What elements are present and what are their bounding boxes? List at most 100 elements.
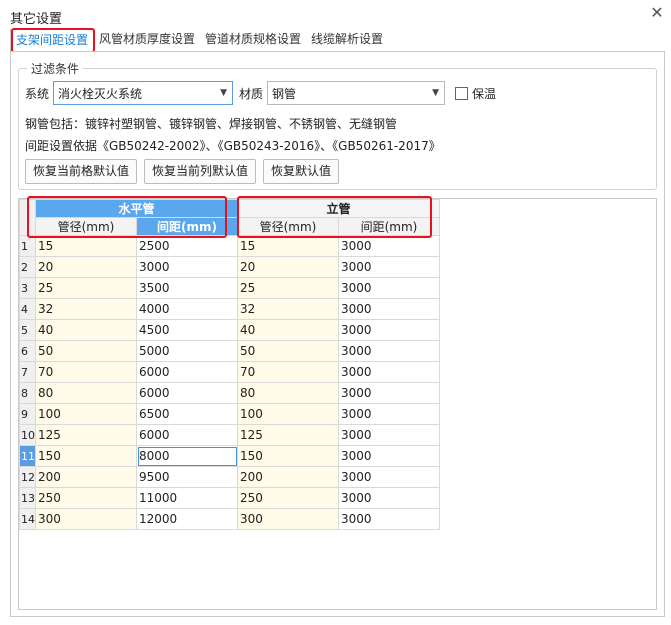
tab-pipe-spec[interactable]: 管道材质规格设置	[200, 29, 306, 51]
material-select[interactable]: 钢管 ▼	[267, 81, 446, 105]
row-number: 8	[19, 382, 36, 404]
cell-h-spacing[interactable]: 12000	[136, 508, 238, 530]
restore-cell-default-button[interactable]: 恢复当前格默认值	[25, 159, 138, 184]
cell-h-spacing[interactable]: 3000	[136, 256, 238, 278]
col-header-v-spacing[interactable]: 间距(mm)	[338, 217, 440, 236]
table-row[interactable]: 5 40 4500 40 3000	[19, 319, 440, 341]
row-number: 12	[19, 466, 36, 488]
cell-h-spacing[interactable]: 2500	[136, 235, 238, 257]
cell-v-diameter[interactable]: 70	[237, 361, 339, 383]
cell-h-diameter[interactable]: 300	[35, 508, 137, 530]
cell-h-spacing[interactable]: 5000	[136, 340, 238, 362]
row-number: 4	[19, 298, 36, 320]
cell-v-diameter[interactable]: 250	[237, 487, 339, 509]
cell-h-spacing[interactable]: 6000	[136, 382, 238, 404]
table-row[interactable]: 13 250 11000 250 3000	[19, 487, 440, 509]
cell-v-diameter[interactable]: 200	[237, 466, 339, 488]
cell-v-spacing[interactable]: 3000	[338, 424, 440, 446]
grid-corner	[19, 199, 36, 236]
cell-h-diameter[interactable]: 250	[35, 487, 137, 509]
cell-h-spacing[interactable]: 6500	[136, 403, 238, 425]
tab-duct-thickness[interactable]: 风管材质厚度设置	[94, 29, 200, 51]
cell-v-spacing[interactable]: 3000	[338, 340, 440, 362]
row-number: 7	[19, 361, 36, 383]
row-number: 2	[19, 256, 36, 278]
cell-v-diameter[interactable]: 40	[237, 319, 339, 341]
cell-h-spacing[interactable]: 4000	[136, 298, 238, 320]
table-row[interactable]: 11 150 8000 150 3000	[19, 445, 440, 467]
cell-h-spacing[interactable]: 8000	[136, 445, 238, 467]
restore-column-default-button[interactable]: 恢复当前列默认值	[144, 159, 257, 184]
cell-v-diameter[interactable]: 80	[237, 382, 339, 404]
cell-h-spacing[interactable]: 11000	[136, 487, 238, 509]
table-row[interactable]: 9 100 6500 100 3000	[19, 403, 440, 425]
cell-h-diameter[interactable]: 25	[35, 277, 137, 299]
table-row[interactable]: 7 70 6000 70 3000	[19, 361, 440, 383]
cell-h-diameter[interactable]: 125	[35, 424, 137, 446]
insulation-checkbox[interactable]	[455, 86, 469, 100]
table-row[interactable]: 12 200 9500 200 3000	[19, 466, 440, 488]
close-icon[interactable]: ✕	[648, 4, 666, 22]
cell-v-diameter[interactable]: 150	[237, 445, 339, 467]
cell-h-spacing[interactable]: 4500	[136, 319, 238, 341]
cell-v-diameter[interactable]: 125	[237, 424, 339, 446]
cell-h-diameter[interactable]: 100	[35, 403, 137, 425]
cell-v-diameter[interactable]: 100	[237, 403, 339, 425]
cell-h-diameter[interactable]: 15	[35, 235, 137, 257]
col-header-h-diameter[interactable]: 管径(mm)	[35, 217, 137, 236]
table-row[interactable]: 1 15 2500 15 3000	[19, 235, 440, 257]
system-label: 系统	[25, 86, 50, 101]
cell-v-spacing[interactable]: 3000	[338, 508, 440, 530]
cell-v-spacing[interactable]: 3000	[338, 466, 440, 488]
cell-v-spacing[interactable]: 3000	[338, 445, 440, 467]
col-header-h-spacing[interactable]: 间距(mm)	[136, 217, 238, 236]
row-number: 6	[19, 340, 36, 362]
cell-h-diameter[interactable]: 50	[35, 340, 137, 362]
tab-support-spacing[interactable]: 支架间距设置	[10, 29, 95, 51]
restore-all-default-button[interactable]: 恢复默认值	[263, 159, 340, 184]
spacing-grid[interactable]: 水平管 立管 管径(mm) 间距(mm) 管径(mm) 间距(mm) 1 15 25…	[18, 198, 657, 610]
cell-h-spacing[interactable]: 6000	[136, 424, 238, 446]
cell-v-diameter[interactable]: 25	[237, 277, 339, 299]
cell-h-spacing[interactable]: 6000	[136, 361, 238, 383]
cell-v-spacing[interactable]: 3000	[338, 382, 440, 404]
table-row[interactable]: 8 80 6000 80 3000	[19, 382, 440, 404]
cell-v-spacing[interactable]: 3000	[338, 487, 440, 509]
cell-v-diameter[interactable]: 32	[237, 298, 339, 320]
cell-v-spacing[interactable]: 3000	[338, 361, 440, 383]
filter-legend: 过滤条件	[27, 60, 84, 77]
col-header-v-diameter[interactable]: 管径(mm)	[237, 217, 339, 236]
cell-v-spacing[interactable]: 3000	[338, 319, 440, 341]
standards-info: 间距设置依据《GB50242-2002》、《GB50243-2016》、《GB5…	[25, 139, 441, 153]
cell-v-diameter[interactable]: 50	[237, 340, 339, 362]
system-select[interactable]: 消火栓灭火系统 ▼	[53, 81, 234, 105]
row-number: 13	[19, 487, 36, 509]
cell-h-spacing[interactable]: 9500	[136, 466, 238, 488]
group-header-horizontal: 水平管	[35, 199, 238, 218]
cell-v-diameter[interactable]: 20	[237, 256, 339, 278]
cell-h-diameter[interactable]: 150	[35, 445, 137, 467]
cell-h-diameter[interactable]: 32	[35, 298, 137, 320]
cell-h-diameter[interactable]: 80	[35, 382, 137, 404]
cell-v-spacing[interactable]: 3000	[338, 235, 440, 257]
cell-h-diameter[interactable]: 70	[35, 361, 137, 383]
cell-h-diameter[interactable]: 40	[35, 319, 137, 341]
table-row[interactable]: 10 125 6000 125 3000	[19, 424, 440, 446]
cell-v-spacing[interactable]: 3000	[338, 256, 440, 278]
cell-v-spacing[interactable]: 3000	[338, 277, 440, 299]
table-row[interactable]: 4 32 4000 32 3000	[19, 298, 440, 320]
row-number: 10	[19, 424, 36, 446]
table-row[interactable]: 3 25 3500 25 3000	[19, 277, 440, 299]
cell-h-spacing[interactable]: 3500	[136, 277, 238, 299]
cell-v-diameter[interactable]: 300	[237, 508, 339, 530]
cell-v-diameter[interactable]: 15	[237, 235, 339, 257]
row-number: 5	[19, 319, 36, 341]
cell-v-spacing[interactable]: 3000	[338, 298, 440, 320]
table-row[interactable]: 14 300 12000 300 3000	[19, 508, 440, 530]
cell-h-diameter[interactable]: 200	[35, 466, 137, 488]
cell-h-diameter[interactable]: 20	[35, 256, 137, 278]
cell-v-spacing[interactable]: 3000	[338, 403, 440, 425]
tab-cable-parse[interactable]: 线缆解析设置	[306, 29, 388, 51]
table-row[interactable]: 6 50 5000 50 3000	[19, 340, 440, 362]
table-row[interactable]: 2 20 3000 20 3000	[19, 256, 440, 278]
